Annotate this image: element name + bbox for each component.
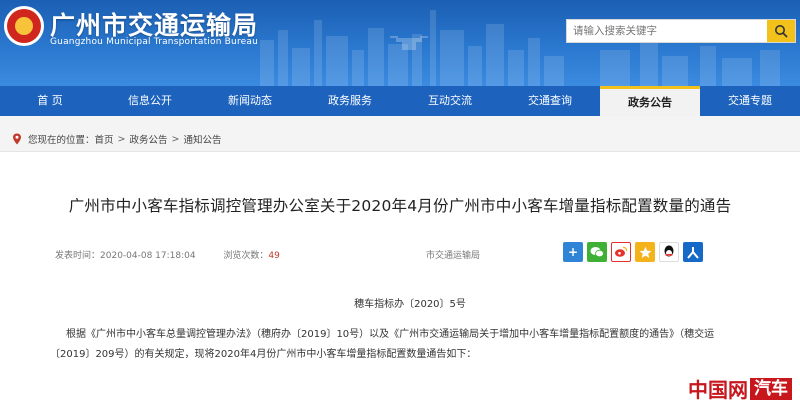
page: 广州市交通运输局 Guangzhou Municipal Transportat… bbox=[0, 0, 800, 407]
nav-government-services[interactable]: 政务服务 bbox=[300, 86, 400, 116]
breadcrumb-prefix: 您现在的位置： bbox=[28, 135, 95, 146]
renren-icon[interactable] bbox=[683, 242, 703, 262]
publish-label: 发表时间： bbox=[55, 251, 101, 261]
nav-government-notices[interactable]: 政务公告 bbox=[600, 86, 700, 116]
search-box bbox=[566, 19, 796, 43]
breadcrumb-notices[interactable]: 通知公告 bbox=[183, 132, 221, 146]
plus-share-icon[interactable]: + bbox=[563, 242, 583, 262]
chinanet-auto-watermark: 中国网 汽车 bbox=[688, 374, 792, 403]
publish-time: 2020-04-08 17:18:04 bbox=[100, 251, 196, 261]
location-pin-icon bbox=[13, 133, 21, 145]
breadcrumb: 您现在的位置： 首页 > 政务公告 > 通知公告 bbox=[12, 132, 222, 146]
share-bar: + bbox=[563, 242, 703, 262]
breadcrumb-home[interactable]: 首页 bbox=[95, 132, 114, 146]
search-input[interactable] bbox=[567, 20, 767, 42]
body-line: 〔2019〕209号）的有关规定，现将2020年4月份广州市中小客车增量指标配置… bbox=[50, 349, 477, 360]
article-panel: 广州市中小客车指标调控管理办公室关于2020年4月份广州市中小客车增量指标配置数… bbox=[0, 151, 800, 407]
article-body: 根据《广州市中小客车总量调控管理办法》（穗府办〔2019〕10号）以及《广州市交… bbox=[50, 325, 786, 365]
search-button[interactable] bbox=[767, 20, 795, 42]
nav-home[interactable]: 首 页 bbox=[0, 86, 100, 116]
breadcrumb-separator: > bbox=[171, 133, 180, 145]
watermark-left: 中国网 bbox=[688, 378, 748, 402]
breadcrumb-separator: > bbox=[117, 133, 126, 145]
breadcrumb-government-notices[interactable]: 政务公告 bbox=[130, 132, 168, 146]
nav-interaction[interactable]: 互动交流 bbox=[400, 86, 500, 116]
bureau-emblem-logo[interactable] bbox=[4, 6, 44, 46]
body-line: 根据《广州市中小客车总量调控管理办法》（穗府办〔2019〕10号）以及《广州市交… bbox=[66, 329, 715, 340]
site-subtitle: Guangzhou Municipal Transportation Burea… bbox=[50, 37, 259, 47]
search-icon bbox=[775, 25, 788, 38]
document-number: 穗车指标办〔2020〕5号 bbox=[354, 299, 466, 310]
views-label: 浏览次数： bbox=[223, 251, 269, 261]
article-title: 广州市中小客车指标调控管理办公室关于2020年4月份广州市中小客车增量指标配置数… bbox=[68, 197, 732, 215]
qq-icon[interactable] bbox=[659, 242, 679, 262]
nav-news[interactable]: 新闻动态 bbox=[200, 86, 300, 116]
watermark-right: 汽车 bbox=[750, 377, 792, 400]
site-header: 广州市交通运输局 Guangzhou Municipal Transportat… bbox=[0, 0, 800, 86]
qzone-icon[interactable] bbox=[635, 242, 655, 262]
nav-traffic-topics[interactable]: 交通专题 bbox=[700, 86, 800, 116]
main-nav: 首 页 信息公开 新闻动态 政务服务 互动交流 交通查询 政务公告 交通专题 bbox=[0, 86, 800, 116]
emblem-inner bbox=[7, 9, 41, 43]
wechat-icon[interactable] bbox=[587, 242, 607, 262]
nav-traffic-query[interactable]: 交通查询 bbox=[500, 86, 600, 116]
nav-info-disclosure[interactable]: 信息公开 bbox=[100, 86, 200, 116]
article-source: 市交通运输局 bbox=[426, 251, 481, 261]
weibo-icon[interactable] bbox=[611, 242, 631, 262]
article-meta: 发表时间：2020-04-08 17:18:04 浏览次数：49 bbox=[55, 248, 280, 261]
views-count: 49 bbox=[268, 251, 280, 261]
